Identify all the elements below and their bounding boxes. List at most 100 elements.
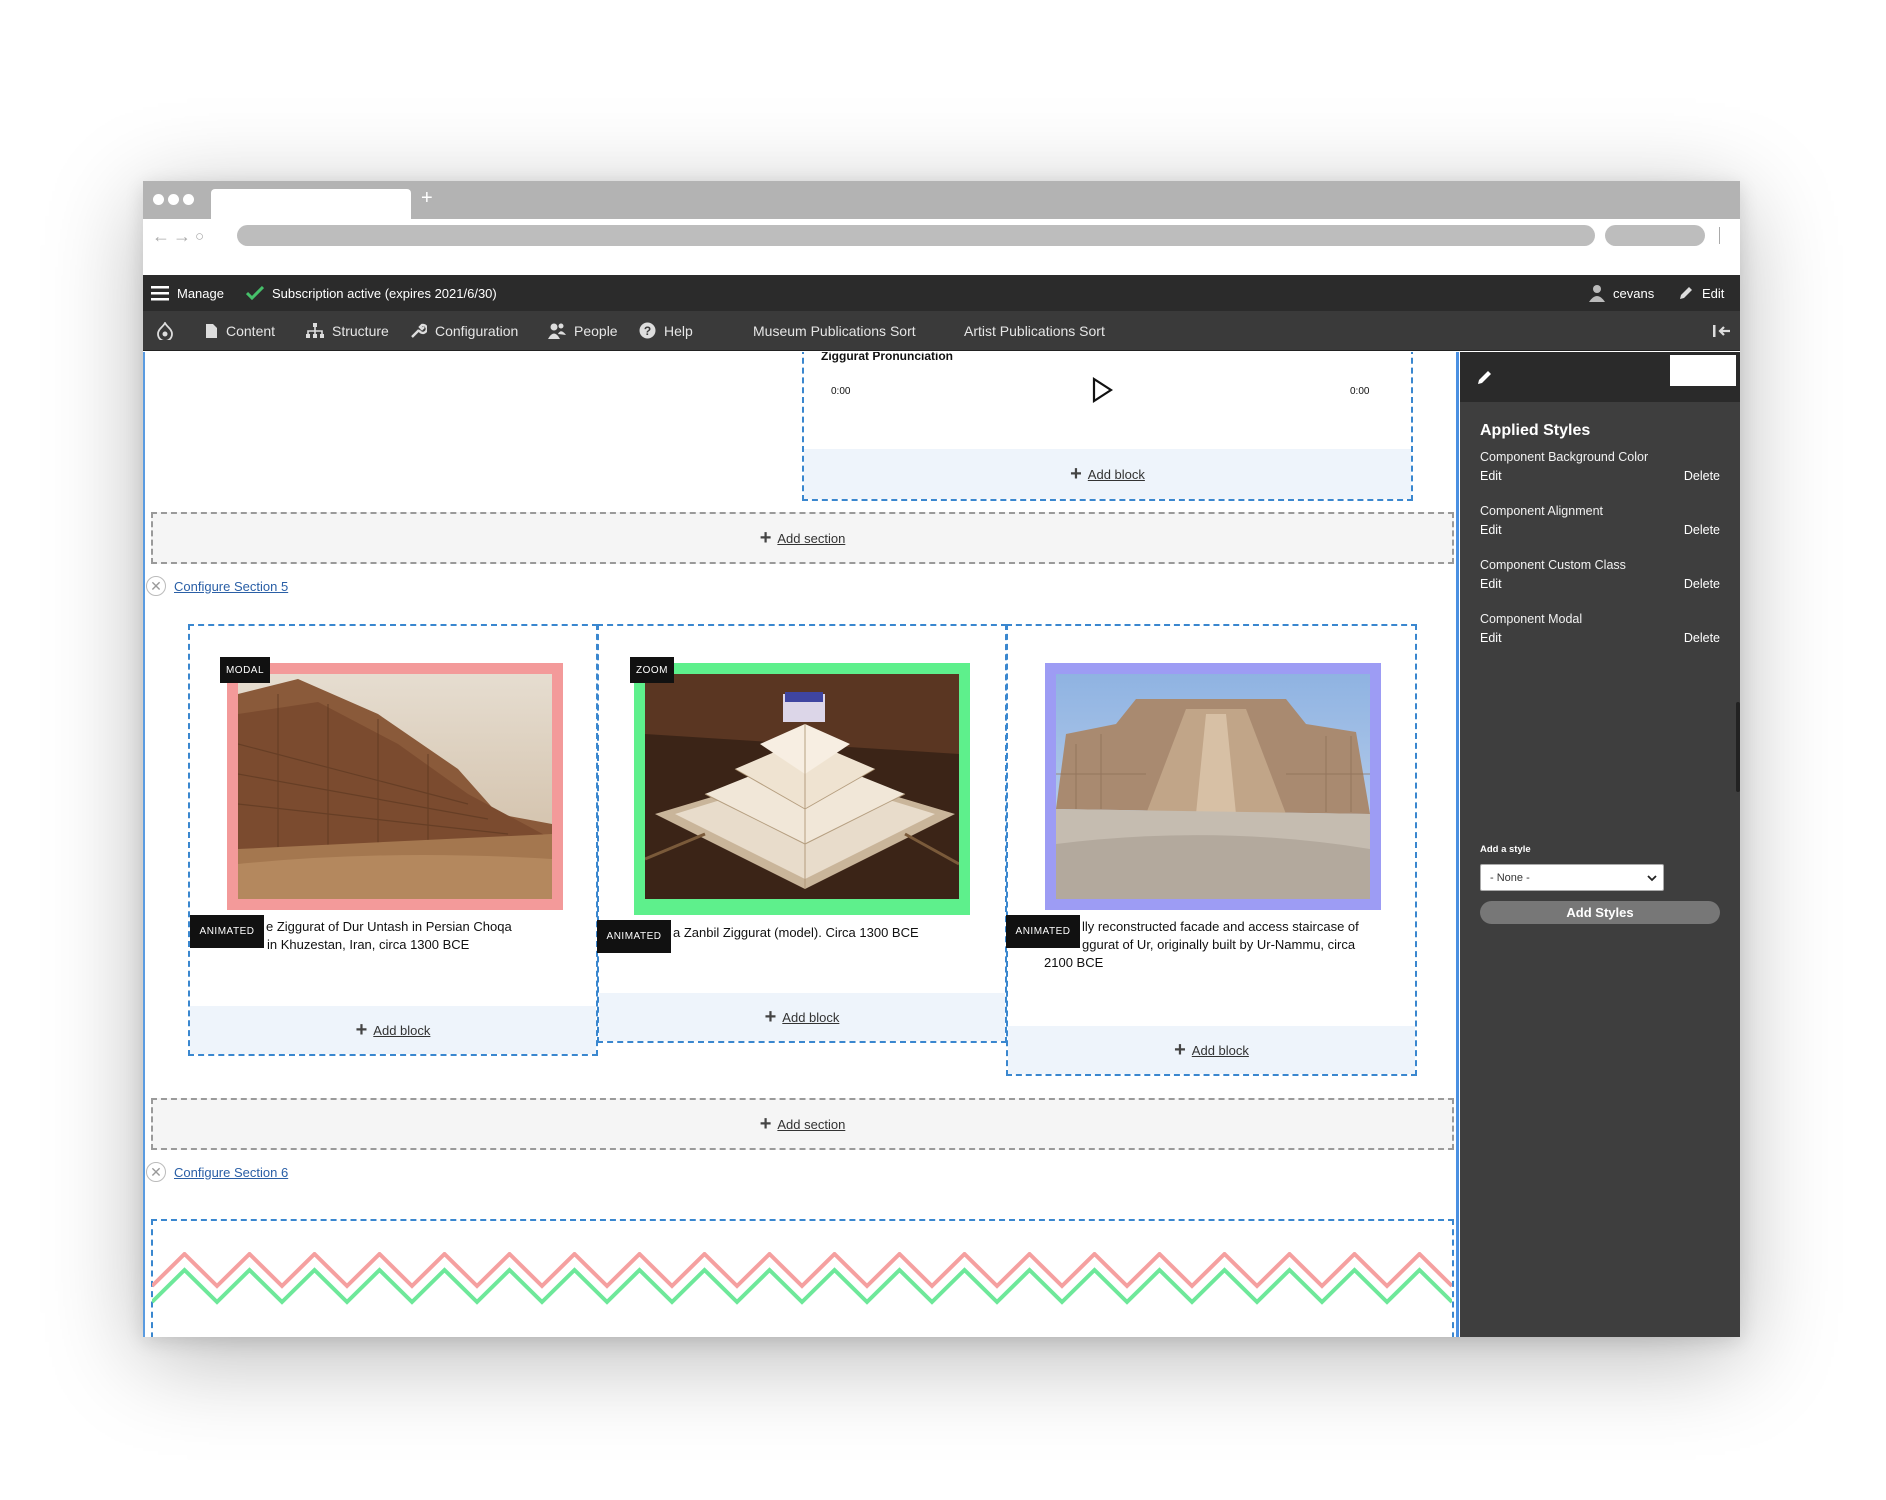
plus-icon: + xyxy=(759,527,772,549)
add-block-area[interactable]: + Add block xyxy=(1008,1026,1415,1074)
edit-toggle[interactable]: Edit xyxy=(1678,275,1724,311)
manage-button[interactable]: Manage xyxy=(151,275,224,311)
style-name: Component Alignment xyxy=(1480,504,1603,518)
admin-menu-bar: Content Structure Configuration People ?… xyxy=(143,311,1740,351)
sidebar-header-box[interactable] xyxy=(1670,355,1736,386)
card-region-2: ZOOM ANIMATED a Zanbil Ziggurat (model).… xyxy=(597,624,1007,1043)
window-close-dot[interactable] xyxy=(153,194,164,205)
menu-item-content[interactable]: Content xyxy=(205,311,275,350)
subscription-status[interactable]: Subscription active (expires 2021/6/30) xyxy=(246,275,497,311)
pencil-icon xyxy=(1680,287,1692,299)
style-name: Component Custom Class xyxy=(1480,558,1626,572)
wrench-icon xyxy=(411,323,427,338)
audio-current-time: 0:00 xyxy=(831,386,851,397)
structure-icon xyxy=(306,322,324,338)
add-block-link[interactable]: Add block xyxy=(782,1010,839,1025)
address-row: ← → ○ xyxy=(143,219,1740,275)
style-select-value: - None - xyxy=(1490,871,1530,884)
ziggurat-photo[interactable] xyxy=(238,674,552,899)
menu-item-museum-publications-sort[interactable]: Museum Publications Sort xyxy=(753,311,916,350)
caption-line: lly reconstructed facade and access stai… xyxy=(1082,919,1359,934)
divider xyxy=(1719,227,1720,244)
style-name: Component Modal xyxy=(1480,612,1583,626)
ziggurat-of-ur-photo[interactable] xyxy=(1056,674,1370,899)
image-frame xyxy=(1045,663,1381,910)
toolbar-orientation-toggle[interactable] xyxy=(1713,311,1731,350)
card-region-3: ANIMATED lly reconstructed facade and ac… xyxy=(1006,624,1417,1076)
style-delete-link[interactable]: Delete xyxy=(1684,469,1720,483)
remove-section-icon[interactable]: ✕ xyxy=(146,576,166,596)
menu-item-configuration[interactable]: Configuration xyxy=(410,311,518,350)
configure-section-6[interactable]: ✕ Configure Section 6 xyxy=(146,1162,288,1182)
file-icon xyxy=(206,323,217,338)
menu-item-structure[interactable]: Structure xyxy=(306,311,389,350)
user-menu[interactable]: cevans xyxy=(1589,275,1654,311)
style-delete-link[interactable]: Delete xyxy=(1684,523,1720,537)
add-styles-button[interactable]: Add Styles xyxy=(1480,901,1720,924)
caption-line: in Khuzestan, Iran, circa 1300 BCE xyxy=(267,937,470,952)
add-block-area[interactable]: + Add block xyxy=(599,993,1005,1041)
menu-item-structure-label: Structure xyxy=(332,322,389,339)
window-zoom-dot[interactable] xyxy=(183,194,194,205)
browser-tab[interactable] xyxy=(211,189,411,219)
menu-item-people[interactable]: People xyxy=(548,311,618,350)
configure-section-5[interactable]: ✕ Configure Section 5 xyxy=(146,576,288,596)
chevron-down-icon xyxy=(1647,874,1657,881)
pencil-icon[interactable] xyxy=(1477,369,1493,385)
style-edit-link[interactable]: Edit xyxy=(1480,469,1502,483)
menu-item-help[interactable]: ? Help xyxy=(639,311,693,350)
plus-icon: + xyxy=(355,1019,368,1041)
add-section-link[interactable]: Add section xyxy=(777,531,845,546)
add-section-area[interactable]: + Add section xyxy=(151,1098,1454,1150)
play-icon[interactable] xyxy=(1091,377,1113,403)
reload-icon[interactable]: ○ xyxy=(195,228,204,245)
add-block-link[interactable]: Add block xyxy=(373,1023,430,1038)
style-actions: Edit Delete xyxy=(1480,523,1720,537)
style-actions: Edit Delete xyxy=(1480,631,1720,645)
edit-label: Edit xyxy=(1702,285,1725,301)
add-block-area[interactable]: + Add block xyxy=(804,449,1411,499)
add-section-link[interactable]: Add section xyxy=(777,1117,845,1132)
style-delete-link[interactable]: Delete xyxy=(1684,631,1720,645)
animated-tag: ANIMATED xyxy=(190,915,264,948)
add-block-area[interactable]: + Add block xyxy=(190,1006,596,1054)
style-edit-link[interactable]: Edit xyxy=(1480,631,1502,645)
back-icon[interactable]: ← xyxy=(152,226,170,247)
window-minimize-dot[interactable] xyxy=(168,194,179,205)
url-bar[interactable] xyxy=(237,225,1595,246)
audio-duration: 0:00 xyxy=(1350,386,1370,397)
style-edit-link[interactable]: Edit xyxy=(1480,523,1502,537)
style-edit-link[interactable]: Edit xyxy=(1480,577,1502,591)
help-icon: ? xyxy=(639,322,656,339)
style-select[interactable]: - None - xyxy=(1480,864,1664,891)
collapse-left-icon xyxy=(1713,324,1730,337)
sidebar-scrollbar[interactable] xyxy=(1736,702,1740,792)
menu-item-artist-publications-sort[interactable]: Artist Publications Sort xyxy=(964,311,1105,350)
configure-section-5-link[interactable]: Configure Section 5 xyxy=(174,579,288,594)
style-name: Component Background Color xyxy=(1480,450,1649,464)
card-region-1: MODAL ANIMATED e Ziggurat of Dur Untash … xyxy=(188,624,598,1056)
modal-tag: MODAL xyxy=(220,657,270,683)
ziggurat-model-photo[interactable] xyxy=(645,674,959,899)
new-tab-button[interactable]: + xyxy=(421,187,433,210)
add-block-link[interactable]: Add block xyxy=(1192,1043,1249,1058)
manage-label: Manage xyxy=(177,285,224,301)
add-style-label: Add a style xyxy=(1480,844,1531,855)
user-icon xyxy=(1589,285,1605,302)
sidebar-header xyxy=(1460,352,1740,402)
browser-search-bar[interactable] xyxy=(1605,225,1705,246)
forward-icon[interactable]: → xyxy=(173,226,191,247)
drupal-home-link[interactable] xyxy=(157,311,173,350)
menu-item-artist-label: Artist Publications Sort xyxy=(964,322,1105,339)
canvas-left-edge xyxy=(143,352,145,1337)
configure-section-6-link[interactable]: Configure Section 6 xyxy=(174,1165,288,1180)
animated-tag: ANIMATED xyxy=(1006,915,1080,948)
menu-item-content-label: Content xyxy=(226,322,276,339)
add-block-link[interactable]: Add block xyxy=(1088,467,1145,482)
people-icon xyxy=(548,323,566,339)
style-delete-link[interactable]: Delete xyxy=(1684,577,1720,591)
svg-text:?: ? xyxy=(644,324,651,338)
image-frame xyxy=(227,663,563,910)
add-section-area[interactable]: + Add section xyxy=(151,512,1454,564)
remove-section-icon[interactable]: ✕ xyxy=(146,1162,166,1182)
